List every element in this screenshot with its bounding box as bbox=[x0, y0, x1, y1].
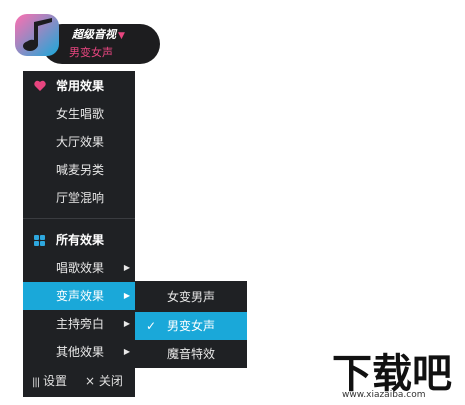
menu-divider bbox=[23, 218, 135, 219]
section-common-effects: 常用效果 bbox=[23, 72, 135, 100]
menu-footer: ||| 设置 × 关闭 bbox=[23, 367, 135, 395]
close-icon: × bbox=[85, 374, 96, 388]
section-all-effects: 所有效果 bbox=[23, 226, 135, 254]
submenu-arrow-icon: ▶ bbox=[123, 263, 130, 272]
menu-item-common-2[interactable]: 喊麦另类 bbox=[23, 156, 135, 184]
menu-item-host-narration[interactable]: 主持旁白 ▶ bbox=[23, 310, 135, 338]
current-effect-label: 男变女声 bbox=[69, 46, 113, 59]
watermark-url: www.xiazaiba.com bbox=[342, 390, 426, 400]
submenu-arrow-icon: ▶ bbox=[123, 319, 130, 328]
widget-title: 超级音视 ▼ bbox=[72, 28, 125, 41]
settings-bars-icon: ||| bbox=[32, 377, 40, 388]
menu-item-common-3[interactable]: 厅堂混响 bbox=[23, 184, 135, 212]
menu-item-common-0[interactable]: 女生唱歌 bbox=[23, 100, 135, 128]
music-note-icon bbox=[15, 14, 59, 56]
close-button[interactable]: × 关闭 bbox=[85, 367, 123, 395]
audio-widget[interactable]: 超级音视 ▼ 男变女声 bbox=[12, 8, 160, 64]
grid-icon bbox=[34, 235, 45, 246]
menu-item-singing-effects[interactable]: 唱歌效果 ▶ bbox=[23, 254, 135, 282]
submenu-item-male-to-female[interactable]: ✓ 男变女声 bbox=[135, 312, 247, 340]
menu-item-other-effects[interactable]: 其他效果 ▶ bbox=[23, 338, 135, 366]
dropdown-caret-icon[interactable]: ▼ bbox=[118, 31, 125, 41]
voice-change-submenu: 女变男声 ✓ 男变女声 魔音特效 bbox=[135, 281, 247, 368]
submenu-item-female-to-male[interactable]: 女变男声 bbox=[135, 283, 247, 311]
submenu-arrow-icon: ▶ bbox=[123, 291, 130, 300]
checkmark-icon: ✓ bbox=[146, 319, 157, 333]
submenu-item-magic-voice[interactable]: 魔音特效 bbox=[135, 340, 247, 368]
menu-item-voice-change-effects[interactable]: 变声效果 ▶ bbox=[23, 282, 135, 310]
settings-button[interactable]: ||| 设置 bbox=[32, 367, 67, 397]
submenu-arrow-icon: ▶ bbox=[123, 347, 130, 356]
menu-item-common-1[interactable]: 大厅效果 bbox=[23, 128, 135, 156]
effects-menu: 常用效果 女生唱歌 大厅效果 喊麦另类 厅堂混响 所有效果 唱歌效果 ▶ 变声效果… bbox=[23, 71, 135, 397]
heart-icon bbox=[34, 80, 46, 91]
